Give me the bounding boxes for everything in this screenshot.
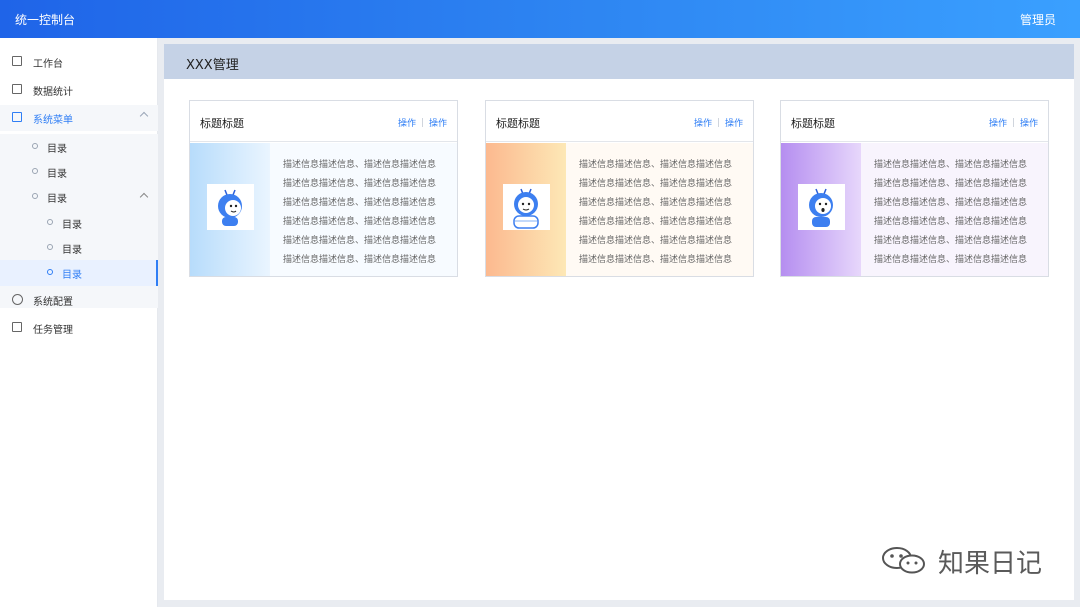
submenu-label: 目录 xyxy=(62,270,82,281)
user-menu[interactable]: 管理员 xyxy=(1020,11,1056,28)
description-line: 描述信息描述信息、描述信息描述信息 xyxy=(283,160,437,170)
chevron-up-icon xyxy=(139,192,149,202)
card: 标题标题 操作 操作 描述信息描述信息、描述信息描述信息 描述信息描述信息、描述… xyxy=(189,100,458,277)
card-image-panel xyxy=(781,143,861,276)
description-line: 描述信息描述信息、描述信息描述信息 xyxy=(579,255,733,265)
submenu-label: 目录 xyxy=(62,220,82,231)
card-action-button[interactable]: 操作 xyxy=(398,119,416,129)
card-image-panel xyxy=(486,143,566,276)
submenu-label: 目录 xyxy=(47,169,67,180)
card-actions: 操作 操作 xyxy=(694,116,743,129)
watermark-text: 知果日记 xyxy=(938,549,1043,579)
top-bar: 统一控制台 管理员 xyxy=(0,0,1080,38)
card-description: 描述信息描述信息、描述信息描述信息 描述信息描述信息、描述信息描述信息 描述信息… xyxy=(566,143,753,276)
card-actions: 操作 操作 xyxy=(989,116,1038,129)
submenu-label: 目录 xyxy=(62,245,82,256)
sidebar-item-label: 数据统计 xyxy=(33,87,73,98)
task-icon xyxy=(12,322,22,332)
card: 标题标题 操作 操作 描述信息描述信息、描述信息描述信息 描述信息描述信息、描述… xyxy=(485,100,754,277)
description-line: 描述信息描述信息、描述信息描述信息 xyxy=(283,255,437,265)
card-description: 描述信息描述信息、描述信息描述信息 描述信息描述信息、描述信息描述信息 描述信息… xyxy=(270,143,457,276)
card-header: 标题标题 操作 操作 xyxy=(190,101,457,142)
submenu-label: 目录 xyxy=(47,194,67,205)
bullet-icon xyxy=(47,219,53,225)
bullet-icon xyxy=(32,193,38,199)
description-line: 描述信息描述信息、描述信息描述信息 xyxy=(579,198,733,208)
divider xyxy=(421,118,423,127)
description-line: 描述信息描述信息、描述信息描述信息 xyxy=(874,217,1028,227)
sidebar-item-workbench[interactable]: 工作台 xyxy=(0,49,158,75)
card-title: 标题标题 xyxy=(200,117,244,130)
divider xyxy=(717,118,719,127)
sidebar-item-label: 系统菜单 xyxy=(33,115,73,126)
description-line: 描述信息描述信息、描述信息描述信息 xyxy=(579,217,733,227)
robot-avatar-icon xyxy=(207,184,254,230)
description-line: 描述信息描述信息、描述信息描述信息 xyxy=(283,198,437,208)
bullet-icon xyxy=(32,143,38,149)
description-line: 描述信息描述信息、描述信息描述信息 xyxy=(283,179,437,189)
robot-avatar-icon xyxy=(503,184,550,230)
card-action-button[interactable]: 操作 xyxy=(989,119,1007,129)
page-header: XXX管理 xyxy=(164,44,1074,79)
card-header: 标题标题 操作 操作 xyxy=(781,101,1048,142)
bullet-icon xyxy=(47,244,53,250)
description-line: 描述信息描述信息、描述信息描述信息 xyxy=(874,236,1028,246)
description-line: 描述信息描述信息、描述信息描述信息 xyxy=(874,198,1028,208)
main-content: XXX管理 标题标题 操作 操作 描述信息描述信息、描述信息描述信息 描述信息描… xyxy=(164,44,1074,600)
sidebar-item-label: 系统配置 xyxy=(33,297,73,308)
bullet-icon xyxy=(32,168,38,174)
submenu-label: 目录 xyxy=(47,144,67,155)
bullet-icon xyxy=(47,269,53,275)
card-title: 标题标题 xyxy=(496,117,540,130)
app-title[interactable]: 统一控制台 xyxy=(15,11,75,28)
card-actions: 操作 操作 xyxy=(398,116,447,129)
description-line: 描述信息描述信息、描述信息描述信息 xyxy=(283,236,437,246)
description-line: 描述信息描述信息、描述信息描述信息 xyxy=(874,160,1028,170)
page-title: XXX管理 xyxy=(186,58,239,73)
sidebar-item-label: 工作台 xyxy=(33,59,63,70)
workbench-icon xyxy=(12,56,22,66)
description-line: 描述信息描述信息、描述信息描述信息 xyxy=(874,179,1028,189)
description-line: 描述信息描述信息、描述信息描述信息 xyxy=(283,217,437,227)
sidebar-item-system-config[interactable]: 系统配置 xyxy=(0,287,158,313)
divider xyxy=(1012,118,1014,127)
card-action-button[interactable]: 操作 xyxy=(429,119,447,129)
description-line: 描述信息描述信息、描述信息描述信息 xyxy=(579,160,733,170)
submenu-item[interactable]: 目录 xyxy=(0,210,158,236)
card-header: 标题标题 操作 操作 xyxy=(486,101,753,142)
watermark: 知果日记 xyxy=(880,543,1050,579)
card: 标题标题 操作 操作 描述信息描述信息、描述信息描述信息 描述信息描述信息、描述… xyxy=(780,100,1049,277)
submenu-item[interactable]: 目录 xyxy=(0,235,158,261)
card-action-button[interactable]: 操作 xyxy=(694,119,712,129)
card-title: 标题标题 xyxy=(791,117,835,130)
sidebar-item-statistics[interactable]: 数据统计 xyxy=(0,77,158,103)
card-action-button[interactable]: 操作 xyxy=(1020,119,1038,129)
description-line: 描述信息描述信息、描述信息描述信息 xyxy=(579,179,733,189)
card-image-panel xyxy=(190,143,270,276)
submenu-item[interactable]: 目录 xyxy=(0,134,158,160)
check-circle-icon xyxy=(12,294,23,305)
description-line: 描述信息描述信息、描述信息描述信息 xyxy=(579,236,733,246)
card-action-button[interactable]: 操作 xyxy=(725,119,743,129)
menu-icon xyxy=(12,112,22,122)
sidebar-item-label: 任务管理 xyxy=(33,325,73,336)
sidebar-item-system-menu[interactable]: 系统菜单 xyxy=(0,105,158,131)
wechat-icon xyxy=(882,547,925,574)
sidebar: 工作台 数据统计 系统菜单 目录 目录 目录 目录 目录 目录 系统配置 任务管… xyxy=(0,38,158,607)
card-description: 描述信息描述信息、描述信息描述信息 描述信息描述信息、描述信息描述信息 描述信息… xyxy=(861,143,1048,276)
chart-icon xyxy=(12,84,22,94)
robot-avatar-icon xyxy=(798,184,845,230)
submenu-item-group[interactable]: 目录 xyxy=(0,184,158,210)
submenu-item[interactable]: 目录 xyxy=(0,159,158,185)
sidebar-item-task-management[interactable]: 任务管理 xyxy=(0,315,158,341)
submenu-item-active[interactable]: 目录 xyxy=(0,260,158,286)
description-line: 描述信息描述信息、描述信息描述信息 xyxy=(874,255,1028,265)
chevron-up-icon xyxy=(139,111,149,121)
